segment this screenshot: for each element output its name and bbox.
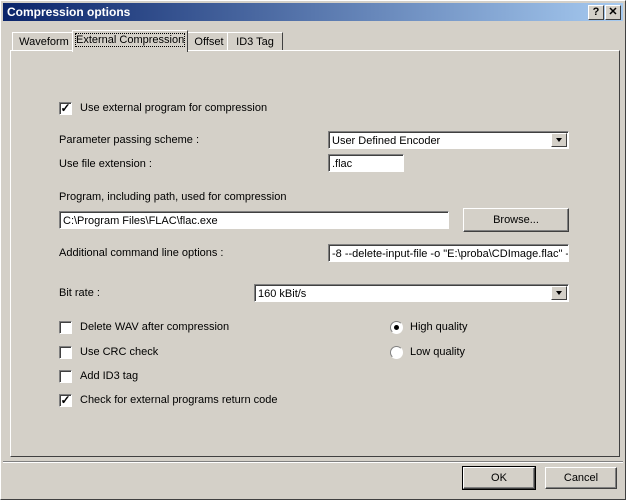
tab-offset[interactable]: Offset [187,32,231,51]
chevron-down-icon[interactable] [551,133,567,147]
delete-wav-checkbox[interactable] [59,321,72,334]
browse-button[interactable]: Browse... [463,208,569,232]
low-quality-radio[interactable] [390,346,403,359]
low-quality-label: Low quality [410,346,466,358]
use-external-label: Use external program for compression [80,102,268,114]
param-scheme-label: Parameter passing scheme : [59,134,200,146]
high-quality-label: High quality [410,321,468,333]
dialog-window: Compression options ? ✕ Waveform Externa… [0,0,626,500]
crc-check-label: Use CRC check [80,346,159,358]
param-scheme-select[interactable]: User Defined Encoder [328,131,569,149]
return-code-checkbox[interactable]: ✓ [59,393,72,407]
program-path-input[interactable]: C:\Program Files\FLAC\flac.exe [59,211,449,229]
title-bar[interactable]: Compression options ? ✕ [3,3,623,21]
return-code-label: Check for external programs return code [80,394,278,406]
add-id3-label: Add ID3 tag [80,370,139,382]
help-button[interactable]: ? [588,5,604,20]
program-label: Program, including path, used for compre… [59,191,287,203]
window-title: Compression options [7,5,131,19]
cancel-button[interactable]: Cancel [545,467,617,489]
separator [3,461,623,463]
ok-button[interactable]: OK [462,466,536,490]
add-id3-checkbox[interactable] [59,370,72,383]
tab-waveform[interactable]: Waveform [12,32,76,51]
file-extension-label: Use file extension : [59,158,152,170]
chevron-down-icon[interactable] [551,286,567,300]
crc-check-checkbox[interactable] [59,346,72,359]
close-button[interactable]: ✕ [605,5,621,20]
high-quality-radio[interactable] [390,321,403,334]
tab-id3-tag[interactable]: ID3 Tag [227,32,283,51]
bitrate-label: Bit rate : [59,287,100,299]
delete-wav-label: Delete WAV after compression [80,321,230,333]
check-icon: ✓ [60,101,71,115]
cmdline-label: Additional command line options : [59,247,224,259]
bitrate-select[interactable]: 160 kBit/s [254,284,569,302]
tab-external-compression[interactable]: External Compression [72,30,188,52]
use-external-checkbox[interactable]: ✓ [59,101,72,115]
check-icon: ✓ [60,393,71,407]
cmdline-input[interactable]: -8 --delete-input-file -o "E:\proba\CDIm… [328,244,569,262]
file-extension-input[interactable]: .flac [328,154,404,172]
